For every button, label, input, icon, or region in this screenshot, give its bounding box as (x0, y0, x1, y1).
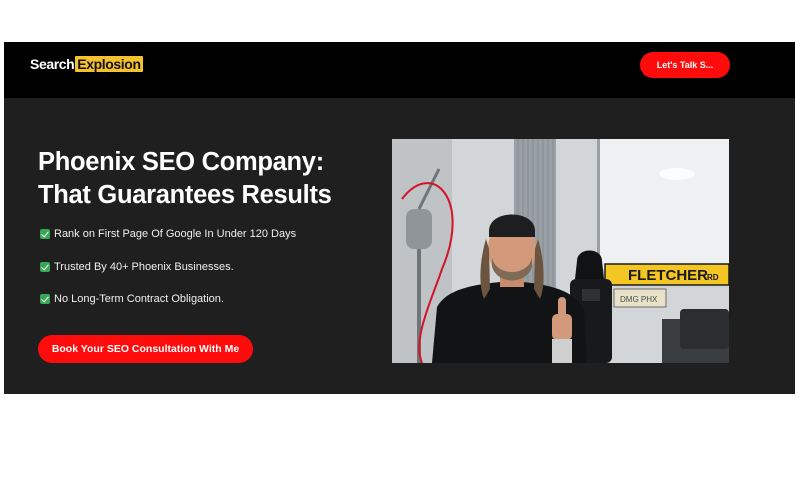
benefit-item-trusted: Trusted By 40+ Phoenix Businesses. (40, 261, 234, 273)
fletcher-sign-text: FLETCHER (628, 267, 708, 284)
sign-suffix-text: RD (707, 273, 719, 282)
benefit-item-contract: No Long-Term Contract Obligation. (40, 293, 224, 305)
page-frame: Search Explosion Let's Talk S... Phoenix… (4, 42, 795, 394)
green-check-icon (40, 229, 50, 239)
lets-talk-button[interactable]: Let's Talk S... (640, 52, 730, 78)
logo-text-explosion: Explosion (75, 56, 143, 72)
logo-text-search: Search (30, 56, 75, 72)
hero-video-photo[interactable]: FLETCHER RD DMG PHX (392, 139, 729, 363)
benefit-text: Rank on First Page Of Google In Under 12… (54, 228, 297, 240)
benefit-text: Trusted By 40+ Phoenix Businesses. (54, 261, 234, 273)
book-consultation-button[interactable]: Book Your SEO Consultation With Me (38, 335, 253, 363)
benefit-text: No Long-Term Contract Obligation. (54, 293, 224, 305)
license-plate-text: DMG PHX (620, 295, 658, 304)
top-navigation-bar: Search Explosion Let's Talk S... (4, 42, 795, 98)
benefit-item-rank: Rank on First Page Of Google In Under 12… (40, 228, 296, 240)
green-check-icon (40, 294, 50, 304)
office-scene-illustration: FLETCHER RD DMG PHX (392, 139, 729, 363)
green-check-icon (40, 262, 50, 272)
hero-title: Phoenix SEO Company: That Guarantees Res… (38, 146, 332, 212)
hero-title-line-1: Phoenix SEO Company: (38, 148, 324, 176)
search-explosion-logo[interactable]: Search Explosion (30, 55, 143, 73)
hero-title-line-2: That Guarantees Results (38, 181, 332, 209)
